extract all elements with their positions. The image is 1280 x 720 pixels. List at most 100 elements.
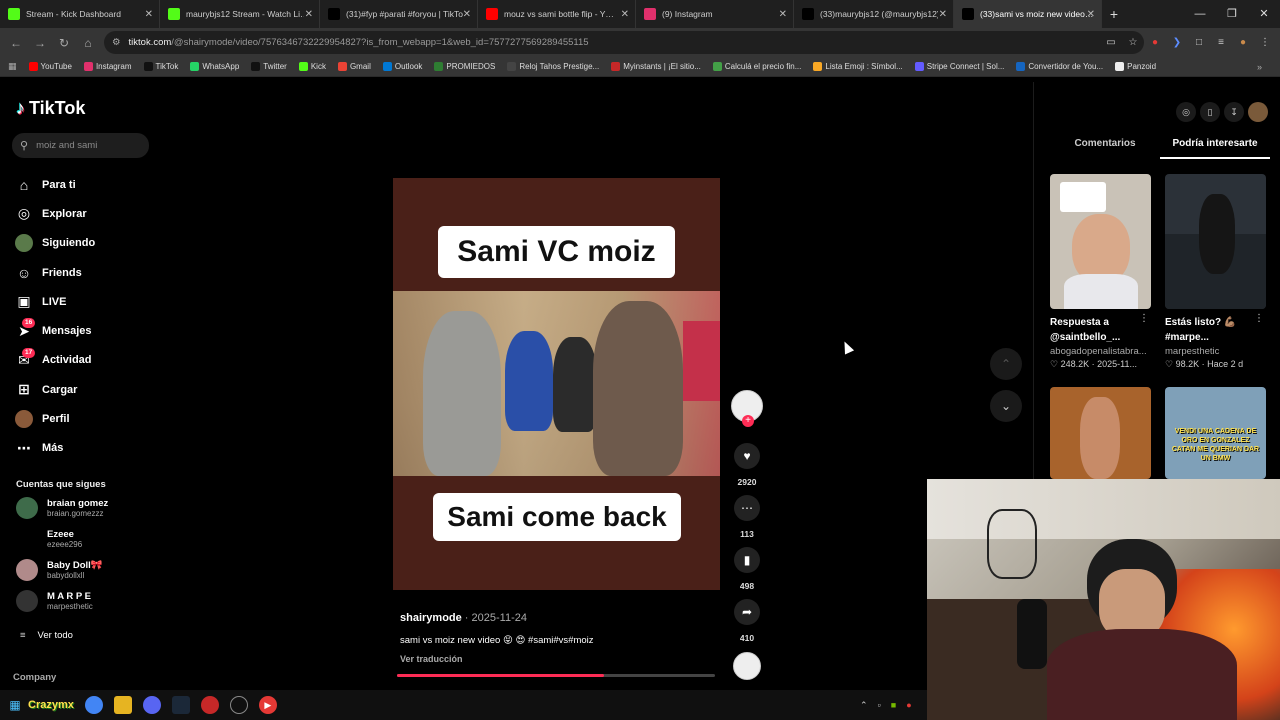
close-tab-icon[interactable]: ✕ bbox=[621, 9, 629, 20]
close-window-button[interactable]: ✕ bbox=[1248, 0, 1280, 28]
nvidia-tray-icon[interactable]: ■ bbox=[891, 700, 896, 711]
tray-red-icon[interactable]: ● bbox=[906, 700, 911, 711]
video-card[interactable] bbox=[1050, 387, 1151, 479]
close-tab-icon[interactable]: ✕ bbox=[463, 9, 471, 20]
sidebar-item-friends[interactable]: ☺ Friends bbox=[14, 258, 95, 287]
site-info-icon[interactable]: ⚙ bbox=[112, 37, 121, 48]
reload-icon[interactable]: ↻ bbox=[52, 36, 76, 50]
sidebar-item-parati[interactable]: ⌂ Para ti bbox=[14, 170, 95, 199]
app-taskbar-icon[interactable] bbox=[200, 696, 219, 714]
sidebar-item-mensajes[interactable]: ➤ 16 Mensajes bbox=[14, 316, 95, 345]
following-account[interactable]: Baby Doll🎀 babydollxll bbox=[16, 559, 103, 581]
video-card[interactable]: Estás listo? 💪🏽 #marpe... marpesthetic ♡… bbox=[1165, 174, 1266, 370]
forward-icon[interactable]: → bbox=[28, 36, 52, 50]
video-card[interactable]: VENDI UNA CADENA DE ORO EN GONZALEZ CATA… bbox=[1165, 387, 1266, 479]
card-menu-icon[interactable]: ⋮ bbox=[1254, 313, 1264, 324]
company-link[interactable]: Company bbox=[13, 672, 56, 683]
tray-chevron-icon[interactable]: ⌃ bbox=[860, 700, 868, 711]
bookmark-item[interactable]: PROMIEDOS bbox=[434, 62, 495, 71]
bookmark-item[interactable]: Calculá el precio fin... bbox=[712, 62, 801, 71]
sidebar-item-cargar[interactable]: ⊞ Cargar bbox=[14, 375, 95, 404]
bookmark-item[interactable]: Instagram bbox=[83, 62, 132, 71]
video-player[interactable]: Sami VC moiz Sami come back bbox=[393, 178, 720, 590]
video-thumbnail[interactable]: VENDI UNA CADENA DE ORO EN GONZALEZ CATA… bbox=[1165, 387, 1266, 479]
music-disc-button[interactable] bbox=[729, 652, 765, 680]
cast-icon[interactable]: ▭ bbox=[1104, 37, 1118, 48]
video-progress-bar[interactable] bbox=[397, 674, 715, 677]
windows-start-icon[interactable]: ▦ bbox=[6, 696, 24, 714]
panel-tab[interactable]: Comentarios bbox=[1050, 138, 1160, 159]
bookmark-item[interactable]: Reloj Tahos Prestige... bbox=[507, 62, 599, 71]
follow-plus-icon[interactable]: + bbox=[742, 415, 754, 427]
sidebar-item-explorar[interactable]: ◎ Explorar bbox=[14, 199, 95, 228]
minimize-button[interactable]: — bbox=[1184, 0, 1216, 28]
following-account[interactable]: M A R P Emarpesthetic bbox=[16, 590, 93, 612]
back-icon[interactable]: ← bbox=[4, 36, 28, 50]
bookmark-star-icon[interactable]: ☆ bbox=[1126, 37, 1140, 48]
search-input[interactable]: ⚲ moiz and sami bbox=[12, 133, 149, 158]
browser-tab[interactable]: mouz vs sami bottle flip - Y… ✕ bbox=[478, 0, 636, 28]
sidebar-item-ms[interactable]: ⋯ Más bbox=[14, 434, 95, 463]
video-thumbnail[interactable] bbox=[1050, 174, 1151, 309]
folder-taskbar-icon[interactable] bbox=[113, 696, 132, 714]
card-menu-icon[interactable]: ⋮ bbox=[1139, 313, 1149, 324]
tiktok-logo[interactable]: ♪ TikTok bbox=[16, 98, 85, 119]
video-thumbnail[interactable] bbox=[1050, 387, 1151, 479]
creator-avatar-button[interactable]: + bbox=[729, 390, 765, 427]
sidebar-item-siguiendo[interactable]: Siguiendo bbox=[14, 229, 95, 258]
panel-tab[interactable]: Podría interesarte bbox=[1160, 138, 1270, 159]
browser-tab[interactable]: maurybjs12 Stream - Watch Li… ✕ bbox=[160, 0, 320, 28]
media-icon[interactable]: ≡ bbox=[1214, 37, 1228, 48]
url-input[interactable]: ⚙ tiktok.com/@shairymode/video/757634673… bbox=[104, 31, 1144, 54]
steam-taskbar-icon[interactable] bbox=[171, 696, 190, 714]
close-tab-icon[interactable]: ✕ bbox=[1087, 9, 1095, 20]
new-tab-button[interactable]: + bbox=[1102, 6, 1126, 22]
media-taskbar-icon[interactable]: ▶ bbox=[258, 696, 277, 714]
discord-taskbar-icon[interactable] bbox=[142, 696, 161, 714]
extension-audio-icon[interactable]: ❯ bbox=[1170, 37, 1184, 48]
extensions-icon[interactable]: □ bbox=[1192, 37, 1206, 48]
see-all-link[interactable]: ≡ Ver todo bbox=[20, 630, 73, 641]
download-icon[interactable]: ↧ bbox=[1224, 102, 1244, 122]
bookmark-item[interactable]: Gmail bbox=[337, 62, 371, 71]
video-thumbnail[interactable] bbox=[1165, 174, 1266, 309]
maximize-button[interactable]: ❐ bbox=[1216, 0, 1248, 28]
previous-video-button[interactable]: ⌃ bbox=[990, 348, 1022, 380]
close-tab-icon[interactable]: ✕ bbox=[779, 9, 787, 20]
bookmark-item[interactable]: Twitter bbox=[251, 62, 287, 71]
browser-tab[interactable]: (33)sami vs moiz new video… ✕ bbox=[954, 0, 1102, 28]
tray-icon[interactable]: ▫ bbox=[878, 700, 881, 711]
comment-button[interactable]: ⋯ 113 bbox=[729, 495, 765, 539]
sidebar-item-actividad[interactable]: ✉ 17 Actividad bbox=[14, 346, 95, 375]
bookmark-item[interactable]: YouTube bbox=[28, 62, 72, 71]
device-icon[interactable]: ▯ bbox=[1200, 102, 1220, 122]
bookmark-item[interactable]: Myinstants | ¡El sitio... bbox=[611, 62, 701, 71]
following-account[interactable]: braian gomez braian.gomezzz bbox=[16, 497, 108, 519]
close-tab-icon[interactable]: ✕ bbox=[939, 9, 947, 20]
browser-tab[interactable]: (33)maurybjs12 (@maurybjs12)… ✕ bbox=[794, 0, 954, 28]
apps-grid-icon[interactable]: ▦ bbox=[8, 61, 17, 72]
bookmark-item[interactable]: Panzoid bbox=[1115, 62, 1156, 71]
extension-red-icon[interactable]: ● bbox=[1148, 37, 1162, 48]
save-button[interactable]: ▮ 498 bbox=[729, 547, 765, 591]
bookmark-item[interactable]: Outlook bbox=[382, 62, 422, 71]
bookmark-item[interactable]: Kick bbox=[298, 62, 326, 71]
following-account[interactable]: Ezeee ezeee296 bbox=[16, 528, 82, 550]
home-button-icon[interactable]: ⌂ bbox=[76, 36, 100, 50]
close-tab-icon[interactable]: ✕ bbox=[305, 9, 313, 20]
bookmark-item[interactable]: Convertidor de You... bbox=[1016, 62, 1103, 71]
more-bookmarks-icon[interactable]: » bbox=[1257, 62, 1262, 72]
browser-tab[interactable]: (9) Instagram ✕ bbox=[636, 0, 794, 28]
video-author[interactable]: shairymode · 2025-11-24 bbox=[400, 612, 527, 624]
video-card[interactable]: Respuesta a @saintbello_... abogadopenal… bbox=[1050, 174, 1151, 370]
bookmark-item[interactable]: TikTok bbox=[143, 62, 178, 71]
like-button[interactable]: ♥ 2920 bbox=[729, 443, 765, 487]
bookmark-item[interactable]: Stripe Connect | Sol... bbox=[914, 62, 1004, 71]
menu-icon[interactable]: ⋮ bbox=[1258, 37, 1272, 48]
compass-small-icon[interactable]: ◎ bbox=[1176, 102, 1196, 122]
sidebar-item-perfil[interactable]: Perfil bbox=[14, 404, 95, 433]
sidebar-item-live[interactable]: ▣ LIVE bbox=[14, 287, 95, 316]
browser-tab[interactable]: Stream - Kick Dashboard ✕ bbox=[0, 0, 160, 28]
profile-icon[interactable]: ● bbox=[1236, 37, 1250, 48]
user-avatar[interactable] bbox=[1248, 102, 1268, 122]
